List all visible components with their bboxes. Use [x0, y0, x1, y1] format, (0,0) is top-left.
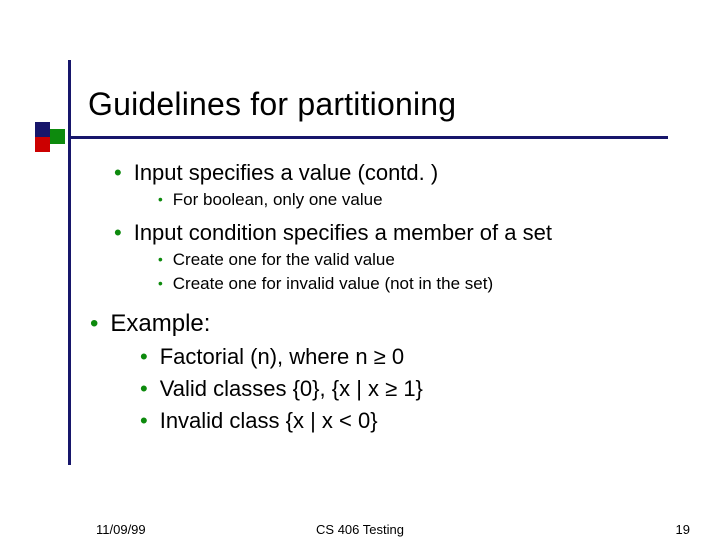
bullet-icon: •	[114, 162, 122, 188]
bullet-text: Input condition specifies a member of a …	[134, 220, 552, 246]
slide-content: • Input specifies a value (contd. ) • Fo…	[88, 150, 688, 440]
bullet-level2: • Invalid class {x | x < 0}	[140, 408, 688, 434]
bullet-level2: • Valid classes {0}, {x | x ≥ 1}	[140, 376, 688, 402]
bullet-level2: • Factorial (n), where n ≥ 0	[140, 344, 688, 370]
slide-title: Guidelines for partitioning	[88, 86, 456, 123]
bullet-text: Input specifies a value (contd. )	[134, 160, 439, 186]
square-navy-icon	[35, 122, 50, 137]
bullet-level2: • For boolean, only one value	[158, 190, 688, 210]
bullet-icon: •	[140, 346, 148, 372]
bullet-text: Create one for the valid value	[173, 250, 395, 270]
bullet-text: Invalid class {x | x < 0}	[160, 408, 378, 434]
bullet-icon: •	[114, 222, 122, 248]
bullet-text: Example:	[110, 310, 210, 338]
square-green-icon	[50, 129, 65, 144]
bullet-level2: • Create one for invalid value (not in t…	[158, 274, 688, 294]
bullet-text: For boolean, only one value	[173, 190, 383, 210]
bullet-icon: •	[90, 312, 98, 340]
footer-page: 19	[676, 522, 690, 537]
bullet-level1: • Example:	[90, 310, 688, 338]
bullet-level2: • Create one for the valid value	[158, 250, 688, 270]
bullet-level1: • Input specifies a value (contd. )	[114, 160, 688, 186]
bullet-text: Factorial (n), where n ≥ 0	[160, 344, 404, 370]
bullet-icon: •	[158, 192, 163, 212]
vertical-rule	[68, 60, 71, 465]
slide: Guidelines for partitioning • Input spec…	[0, 0, 720, 540]
bullet-icon: •	[140, 378, 148, 404]
bullet-text: Create one for invalid value (not in the…	[173, 274, 493, 294]
bullet-text: Valid classes {0}, {x | x ≥ 1}	[160, 376, 423, 402]
bullet-icon: •	[158, 276, 163, 296]
footer-course: CS 406 Testing	[0, 522, 720, 537]
bullet-icon: •	[158, 252, 163, 272]
title-rule	[68, 136, 668, 139]
square-red-icon	[35, 137, 50, 152]
bullet-icon: •	[140, 410, 148, 436]
bullet-level1: • Input condition specifies a member of …	[114, 220, 688, 246]
